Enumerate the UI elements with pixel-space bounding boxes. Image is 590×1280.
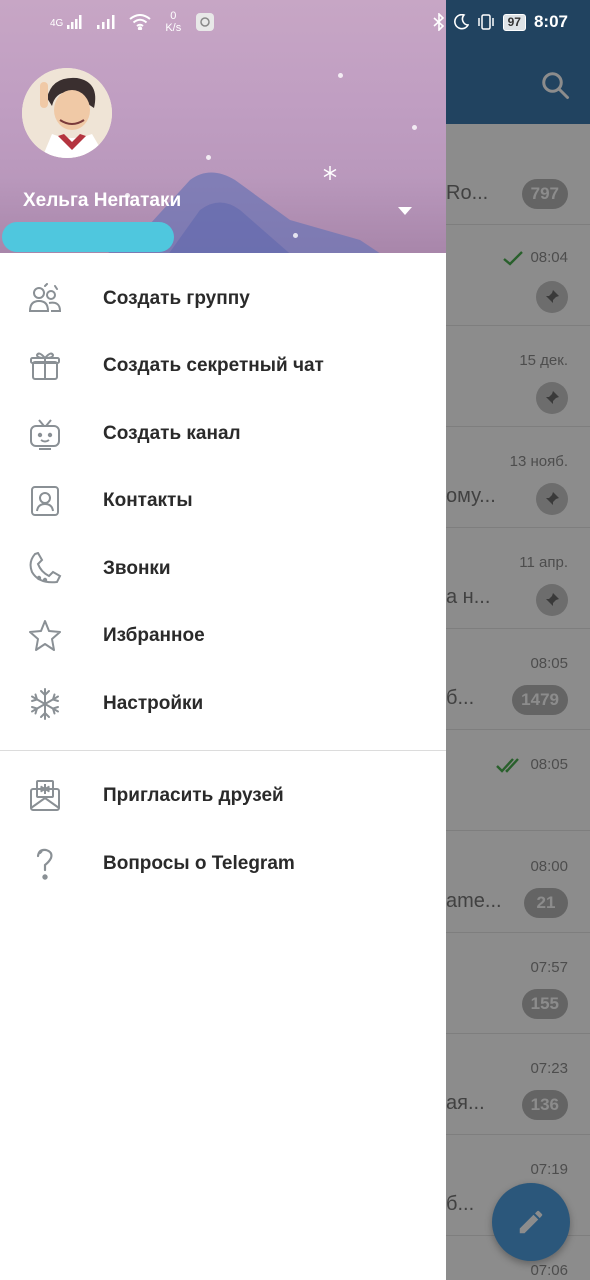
menu-item-telegram-faq[interactable]: Вопросы о Telegram: [0, 830, 446, 898]
snowflake-settings-icon: [26, 685, 64, 723]
chevron-down-icon[interactable]: [397, 206, 413, 216]
menu-divider: [0, 749, 446, 751]
network-speed: 0 K/s: [165, 10, 182, 34]
bluetooth-icon: [433, 13, 444, 31]
menu-item-invite-friends[interactable]: Пригласить друзей: [0, 763, 446, 831]
menu-item-contacts[interactable]: Контакты: [0, 468, 446, 536]
avatar[interactable]: [22, 68, 112, 158]
menu-item-label: Вопросы о Telegram: [103, 852, 295, 874]
menu-item-settings[interactable]: Настройки: [0, 670, 446, 738]
gift-lock-icon: [26, 347, 64, 385]
contacts-icon: [26, 482, 64, 520]
snow-dot: [338, 73, 343, 78]
vibrate-icon: [477, 14, 494, 30]
star-icon: [26, 617, 64, 655]
menu-item-new-channel[interactable]: Создать канал: [0, 400, 446, 468]
navigation-drawer: Хельга Непатаки Создать группу Создать с…: [0, 0, 446, 1280]
snow-dot: [293, 233, 298, 238]
status-bar: 4G 0 K/s 97 8:07: [0, 0, 590, 46]
status-bar-left: 4G 0 K/s: [50, 10, 215, 34]
phone-icon: [26, 550, 64, 588]
status-bar-right: 97 8:07: [433, 12, 568, 32]
phone-number-redacted: [2, 222, 174, 252]
drawer-menu: Создать группу Создать секретный чат Соз…: [0, 253, 446, 738]
menu-item-new-group[interactable]: Создать группу: [0, 265, 446, 333]
signal-icon: [97, 15, 115, 29]
user-name: Хельга Непатаки: [23, 190, 182, 211]
menu-item-label: Пригласить друзей: [103, 785, 284, 807]
menu-item-label: Создать канал: [103, 422, 241, 444]
battery-indicator: 97: [502, 13, 526, 31]
signal-4g-icon: 4G: [50, 15, 83, 29]
menu-item-saved[interactable]: Избранное: [0, 603, 446, 671]
snow-dot: [206, 155, 211, 160]
moon-icon: [453, 14, 469, 30]
invite-envelope-icon: [26, 777, 64, 815]
group-icon: [26, 280, 64, 318]
menu-item-label: Настройки: [103, 692, 204, 714]
menu-item-new-secret-chat[interactable]: Создать секретный чат: [0, 333, 446, 401]
snowflake-decor-icon: [323, 166, 337, 180]
menu-item-calls[interactable]: Звонки: [0, 535, 446, 603]
tv-channel-icon: [26, 415, 64, 453]
wifi-icon: [129, 14, 151, 30]
avatar-illustration: [22, 68, 112, 158]
status-bar-time: 8:07: [533, 12, 568, 31]
menu-item-label: Избранное: [103, 625, 205, 647]
menu-item-label: Создать секретный чат: [103, 355, 324, 377]
menu-item-label: Звонки: [103, 557, 171, 579]
drawer-secondary-menu: Пригласить друзей Вопросы о Telegram: [0, 763, 446, 898]
snow-dot: [412, 125, 417, 130]
menu-item-label: Контакты: [103, 490, 193, 512]
menu-item-label: Создать группу: [103, 287, 250, 309]
question-icon: [26, 845, 64, 883]
app-notification-icon: [196, 13, 215, 31]
